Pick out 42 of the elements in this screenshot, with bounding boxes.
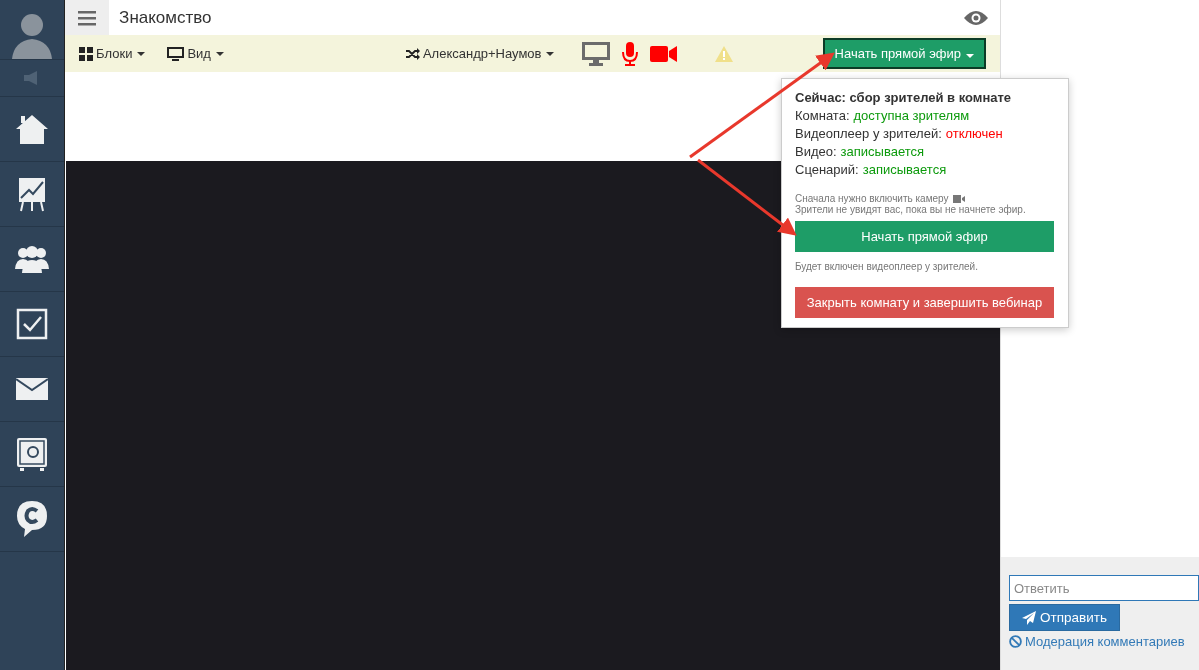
status-label: Видеоплеер у зрителей: <box>795 126 942 141</box>
status-label: Комната: <box>795 108 850 123</box>
monitor-icon <box>167 46 185 61</box>
viewers-hint: Зрители не увидят вас, пока вы не начнете эфир. <box>795 204 1027 215</box>
paper-plane-icon <box>1022 610 1036 625</box>
menu-icon <box>78 9 97 26</box>
status-value: отключен <box>945 126 1003 141</box>
start-broadcast-button[interactable]: Начать прямой эфир <box>795 221 1054 252</box>
send-button[interactable]: Отправить <box>1009 604 1120 631</box>
blocks-dropdown[interactable]: Блоки <box>75 46 150 61</box>
avatar-icon[interactable] <box>10 11 55 59</box>
eye-icon[interactable] <box>964 9 988 26</box>
user-dropdown[interactable]: Александр+Наумов <box>401 46 559 61</box>
safe-icon[interactable] <box>16 437 49 471</box>
easel-chart-icon[interactable] <box>17 176 48 212</box>
video-camera-icon[interactable] <box>650 45 678 62</box>
player-hint: Будет включен видеоплеер у зрителей. <box>795 261 979 272</box>
view-dropdown[interactable]: Вид <box>163 46 228 61</box>
camera-hint: Сначала нужно включить камеру <box>795 193 949 204</box>
status-value: доступна зрителям <box>853 108 970 123</box>
ban-icon <box>1009 635 1022 648</box>
status-value: записывается <box>862 162 947 177</box>
home-icon[interactable] <box>15 113 50 145</box>
reply-field[interactable]: Ответить <box>1009 575 1199 601</box>
microphone-icon[interactable] <box>622 41 639 66</box>
page-title: Знакомство <box>119 7 213 28</box>
grid-icon <box>79 46 94 61</box>
status-value: записывается <box>840 144 925 159</box>
chat-logo-icon[interactable] <box>16 500 49 538</box>
status-label: Видео: <box>795 144 837 159</box>
status-heading: Сейчас: сбор зрителей в комнате <box>795 90 1013 105</box>
shuffle-icon <box>405 47 420 60</box>
mail-icon[interactable] <box>16 378 49 400</box>
start-broadcast-dropdown[interactable]: Начать прямой эфир <box>822 38 986 69</box>
monitor-icon[interactable] <box>582 41 611 66</box>
close-room-button[interactable]: Закрыть комнату и завершить вебинар <box>795 287 1054 318</box>
checkbox-icon[interactable] <box>16 308 49 340</box>
moderation-link[interactable]: Модерация комментариев <box>1009 634 1185 649</box>
status-label: Сценарий: <box>795 162 859 177</box>
video-camera-icon <box>952 194 965 203</box>
menu-button[interactable] <box>65 0 110 35</box>
people-icon[interactable] <box>15 245 50 273</box>
